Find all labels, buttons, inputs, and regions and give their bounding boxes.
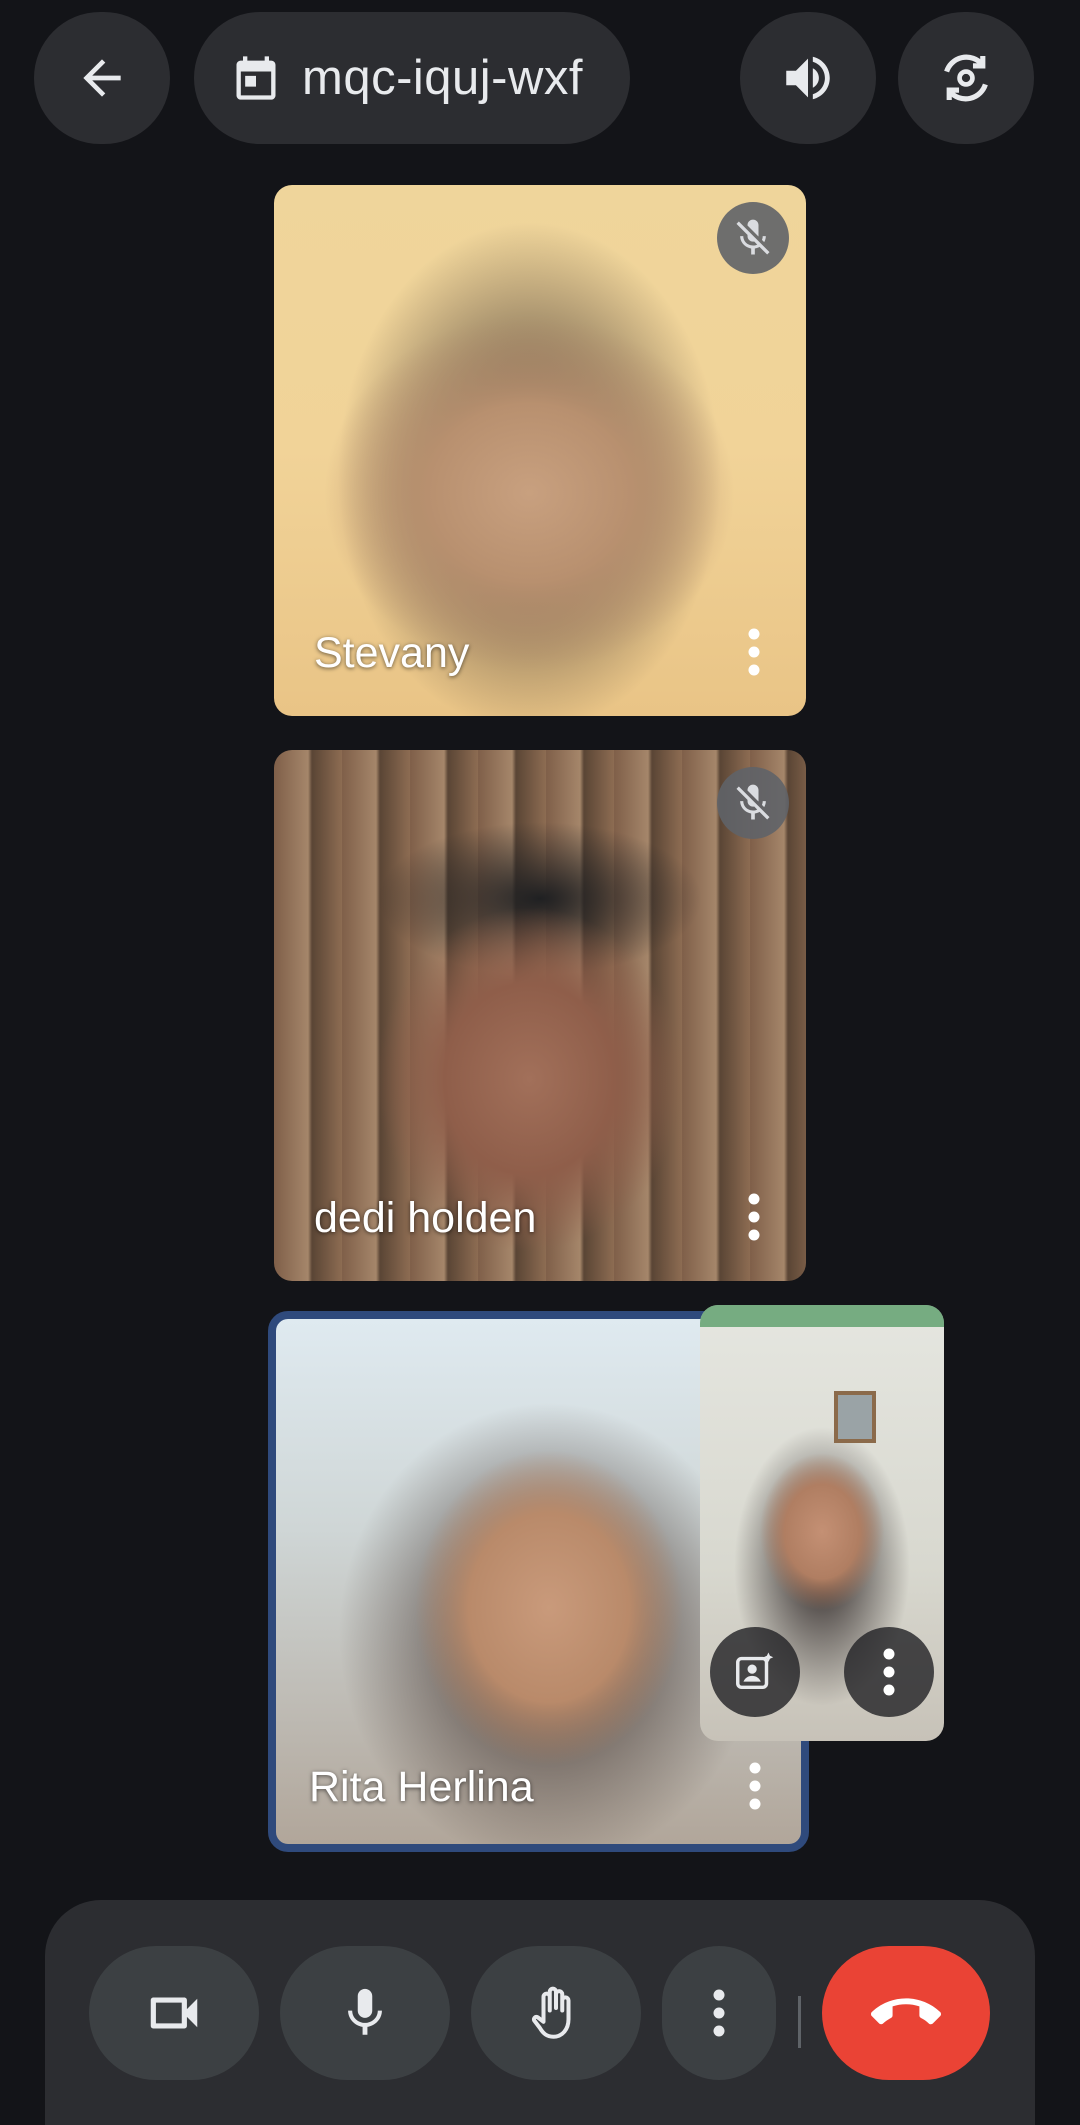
call-controls-bar (45, 1900, 1035, 2125)
participant-name: Stevany (314, 629, 470, 677)
raise-hand-icon (531, 1986, 571, 2039)
meeting-code: mqc-iquj-wxf (302, 51, 583, 105)
self-view-more-button[interactable] (844, 1627, 934, 1717)
mic-off-icon (717, 202, 789, 274)
participant-more-button[interactable] (740, 622, 768, 682)
audio-output-button[interactable] (740, 12, 876, 144)
participant-name: dedi holden (314, 1194, 537, 1242)
wall-trim (700, 1305, 944, 1327)
participant-tile[interactable]: Stevany (274, 185, 806, 716)
end-call-button[interactable] (822, 1946, 990, 2080)
participant-tile[interactable]: dedi holden (274, 750, 806, 1281)
call-end-icon (871, 1998, 941, 2025)
more-vert-icon (748, 628, 760, 676)
mic-off-icon (717, 767, 789, 839)
mic-toggle-button[interactable] (280, 1946, 450, 2080)
wall-picture (834, 1391, 876, 1443)
calendar-icon (236, 56, 276, 100)
more-vert-icon (749, 1762, 761, 1810)
flip-camera-icon (944, 54, 988, 102)
more-vert-icon (883, 1648, 895, 1696)
raise-hand-button[interactable] (471, 1946, 641, 2080)
self-view-tile[interactable] (700, 1305, 944, 1741)
portrait-effects-icon (736, 1652, 774, 1690)
effects-button[interactable] (710, 1627, 800, 1717)
flip-camera-button[interactable] (898, 12, 1034, 144)
participant-more-button[interactable] (740, 1187, 768, 1247)
back-button[interactable] (34, 12, 170, 144)
participant-name: Rita Herlina (309, 1763, 534, 1811)
participant-more-button[interactable] (741, 1756, 769, 1816)
camera-toggle-button[interactable] (89, 1946, 259, 2080)
volume-up-icon (786, 56, 830, 100)
meeting-info-chip[interactable]: mqc-iquj-wxf (194, 12, 630, 144)
videocam-icon (150, 1997, 198, 2029)
mic-icon (348, 1988, 382, 2035)
controls-divider (798, 1996, 801, 2048)
more-vert-icon (713, 1989, 725, 2037)
more-options-button[interactable] (662, 1946, 776, 2080)
more-vert-icon (748, 1193, 760, 1241)
arrow-back-icon (83, 59, 121, 97)
